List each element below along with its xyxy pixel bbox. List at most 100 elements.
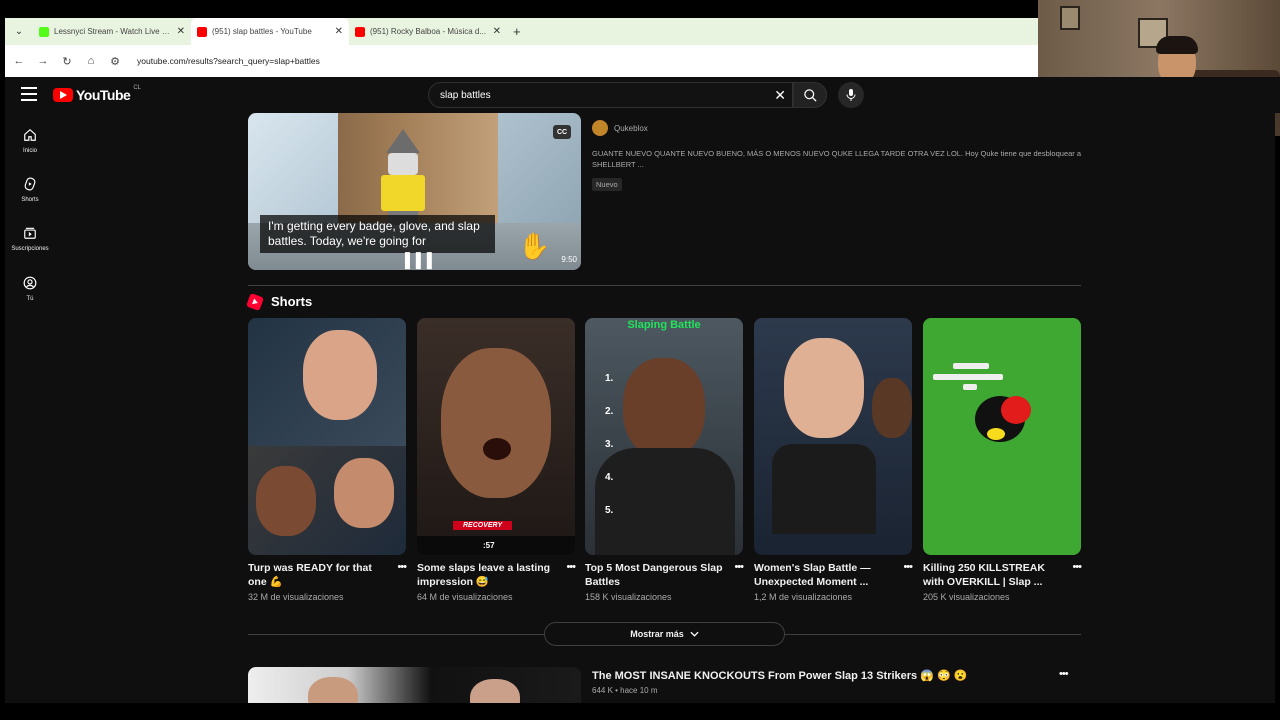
hand-icon: ✋: [518, 231, 551, 261]
sidebar: Inicio Shorts Suscripciones Tú: [5, 113, 55, 703]
kick-favicon-icon: [39, 26, 49, 37]
divider: [248, 285, 1081, 286]
sidebar-item-shorts[interactable]: Shorts: [5, 177, 55, 203]
video-thumbnail[interactable]: [248, 667, 581, 703]
more-actions-icon[interactable]: •••: [1061, 561, 1082, 589]
youtube-favicon-icon: [355, 26, 365, 37]
sidebar-item-you[interactable]: Tú: [5, 276, 55, 302]
browser-tab-youtube-search[interactable]: (951) slap battles - YouTube ✕: [191, 18, 349, 45]
back-icon[interactable]: ←: [13, 55, 25, 67]
youtube-favicon-icon: [197, 26, 207, 37]
tab-title: Lessnyci Stream - Watch Live o...: [54, 27, 172, 36]
sidebar-item-subscriptions[interactable]: Suscripciones: [5, 226, 55, 252]
shorts-logo-icon: [246, 292, 264, 311]
thumbnail-label: Slaping Battle: [627, 319, 701, 331]
short-title[interactable]: Top 5 Most Dangerous Slap Battles: [585, 561, 723, 589]
pause-icon[interactable]: ▐▐▐: [400, 252, 433, 268]
closed-captions-badge: CC: [553, 125, 571, 139]
screen: ⌄ Lessnyci Stream - Watch Live o... ✕ (9…: [0, 0, 1280, 720]
short-title[interactable]: Women's Slap Battle — Unexpected Moment …: [754, 561, 892, 589]
channel-link[interactable]: Qukeblox: [592, 120, 1082, 136]
country-code: CL: [133, 85, 141, 91]
new-badge: Nuevo: [592, 178, 622, 191]
sidebar-item-label: Tú: [26, 296, 34, 302]
more-actions-icon[interactable]: •••: [892, 561, 913, 589]
video-description: GUANTE NUEVO QUANTE NUEVO BUENO, MÁS O M…: [592, 149, 1082, 169]
shorts-heading: Shorts: [271, 294, 313, 309]
short-thumbnail[interactable]: RECOVERY :57: [417, 318, 575, 555]
channel-name: Qukeblox: [614, 123, 648, 133]
short-views: 32 M de visualizaciones: [248, 592, 344, 602]
short-card[interactable]: Women's Slap Battle — Unexpected Moment …: [754, 318, 913, 602]
you-icon: [23, 276, 37, 290]
show-more-button[interactable]: Mostrar más: [544, 622, 785, 646]
short-views: 158 K visualizaciones: [585, 592, 672, 602]
short-title[interactable]: Killing 250 KILLSTREAK with OVERKILL | S…: [923, 561, 1061, 589]
short-card[interactable]: RECOVERY :57 Some slaps leave a lasting …: [417, 318, 576, 602]
reload-icon[interactable]: ↻: [61, 55, 73, 68]
show-more-label: Mostrar más: [630, 629, 684, 639]
ranking-numbers: 1. 2. 3. 4. 5.: [605, 373, 614, 516]
recovery-overlay: RECOVERY: [453, 521, 513, 530]
clear-search-icon[interactable]: ✕: [774, 87, 786, 104]
short-thumbnail[interactable]: [754, 318, 912, 555]
video-title[interactable]: The MOST INSANE KNOCKOUTS From Power Sla…: [592, 669, 967, 682]
short-views: 64 M de visualizaciones: [417, 592, 513, 602]
sidebar-item-label: Inicio: [22, 148, 37, 154]
site-info-icon[interactable]: ⚙: [109, 55, 121, 68]
subscriptions-icon: [24, 227, 36, 239]
browser-chrome: ⌄ Lessnyci Stream - Watch Live o... ✕ (9…: [5, 18, 1038, 77]
score-bar: :57: [417, 536, 575, 555]
voice-search-button[interactable]: [838, 82, 864, 108]
menu-icon[interactable]: [21, 87, 37, 101]
short-card[interactable]: Slaping Battle 1. 2. 3. 4. 5. Top 5 Most Dan…: [585, 318, 744, 602]
search-input[interactable]: [440, 89, 740, 101]
video-info: Qukeblox GUANTE NUEVO QUANTE NUEVO BUENO…: [592, 120, 1082, 192]
tab-strip: ⌄ Lessnyci Stream - Watch Live o... ✕ (9…: [5, 18, 1038, 45]
youtube-play-icon: [53, 88, 73, 102]
roblox-character: [373, 129, 433, 225]
video-thumbnail[interactable]: CC I'm getting every badge, glove, and s…: [248, 113, 581, 270]
more-actions-icon[interactable]: •••: [386, 561, 407, 589]
short-title[interactable]: Some slaps leave a lasting impression 😅: [417, 561, 555, 589]
round-timer: :57: [483, 541, 495, 550]
sidebar-item-home[interactable]: Inicio: [5, 128, 55, 154]
browser-tab-kick[interactable]: Lessnyci Stream - Watch Live o... ✕: [33, 18, 191, 45]
short-views: 1,2 M de visualizaciones: [754, 592, 853, 602]
shorts-icon: [24, 177, 36, 191]
sidebar-item-label: Shorts: [21, 197, 39, 203]
short-title[interactable]: Turp was READY for that one 💪: [248, 561, 386, 589]
close-tab-icon[interactable]: ✕: [177, 26, 185, 37]
more-actions-icon[interactable]: •••: [1059, 668, 1069, 680]
channel-avatar: [592, 120, 608, 136]
tab-title: (951) slap battles - YouTube: [212, 27, 312, 36]
microphone-icon: [846, 89, 856, 101]
forward-icon[interactable]: →: [37, 55, 49, 67]
chevron-down-icon: [690, 631, 699, 637]
close-tab-icon[interactable]: ✕: [493, 26, 501, 37]
video-caption: I'm getting every badge, glove, and slap…: [260, 215, 495, 253]
short-thumbnail[interactable]: Slaping Battle 1. 2. 3. 4. 5.: [585, 318, 743, 555]
new-tab-icon[interactable]: +: [513, 24, 521, 39]
search-icon: [803, 88, 817, 102]
short-views: 205 K visualizaciones: [923, 592, 1010, 602]
close-tab-icon[interactable]: ✕: [335, 26, 343, 37]
more-actions-icon[interactable]: •••: [723, 561, 744, 589]
tab-search-icon[interactable]: ⌄: [11, 24, 27, 40]
tab-title: (951) Rocky Balboa - Música d...: [370, 27, 487, 36]
logo-text: YouTube: [76, 87, 131, 103]
url-field[interactable]: youtube.com/results?search_query=slap+ba…: [137, 56, 320, 66]
home-icon: [24, 128, 36, 141]
short-card[interactable]: Turp was READY for that one 💪 ••• 32 M d…: [248, 318, 407, 602]
video-duration: 9:50: [561, 255, 577, 264]
more-actions-icon[interactable]: •••: [555, 561, 576, 589]
browser-tab-rocky[interactable]: (951) Rocky Balboa - Música d... ✕: [349, 18, 507, 45]
short-card[interactable]: Killing 250 KILLSTREAK with OVERKILL | S…: [923, 318, 1082, 602]
shorts-shelf-header: Shorts: [246, 292, 313, 311]
short-thumbnail[interactable]: [923, 318, 1081, 555]
short-thumbnail[interactable]: [248, 318, 406, 555]
search-button[interactable]: [793, 82, 827, 108]
home-icon[interactable]: ⌂: [85, 55, 97, 67]
youtube-logo[interactable]: YouTube CL: [53, 85, 141, 103]
video-meta: 644 K • hace 10 m: [592, 686, 658, 695]
